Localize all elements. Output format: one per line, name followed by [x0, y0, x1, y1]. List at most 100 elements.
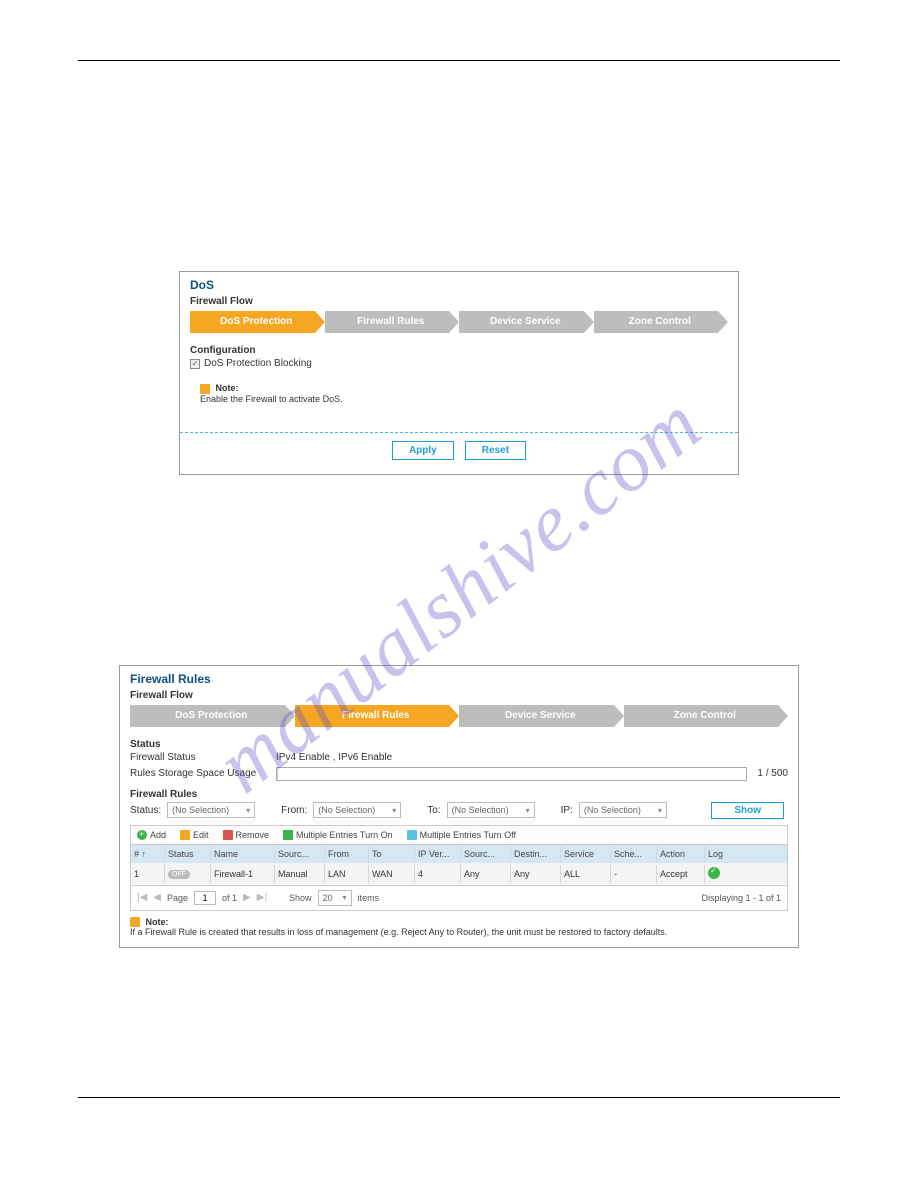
- usage-text: 1 / 500: [757, 768, 788, 779]
- filter-from-dropdown[interactable]: (No Selection)▾: [313, 802, 401, 818]
- col-ipver[interactable]: IP Ver...: [415, 845, 461, 863]
- filter-to-dropdown[interactable]: (No Selection)▾: [447, 802, 535, 818]
- chevron-down-icon: ▾: [246, 806, 250, 815]
- pager-last[interactable]: ▶|: [257, 892, 267, 903]
- dos-separator: [180, 432, 738, 433]
- firewall-rules-panel: Firewall Rules Firewall Flow DoS Protect…: [119, 665, 799, 949]
- note-icon: [200, 384, 210, 394]
- filter-ip-label: IP:: [561, 805, 573, 816]
- col-to[interactable]: To: [369, 845, 415, 863]
- dos-note: Note: Enable the Firewall to activate Do…: [200, 383, 728, 404]
- pencil-icon: [180, 830, 190, 840]
- tab-device-service[interactable]: Device Service: [459, 311, 584, 333]
- pager-show-dropdown[interactable]: 20▾: [318, 890, 352, 906]
- toggle-off-badge[interactable]: OFF: [168, 870, 190, 879]
- pager-next[interactable]: ▶: [243, 892, 251, 903]
- dos-panel: DoS Firewall Flow DoS Protection Firewal…: [179, 271, 739, 475]
- filter-status-label: Status:: [130, 805, 161, 816]
- pager: |◀ ◀ Page of 1 ▶ ▶| Show 20▾ items Displ…: [130, 886, 788, 911]
- col-action[interactable]: Action: [657, 845, 705, 863]
- add-button[interactable]: Add: [137, 830, 166, 840]
- rules-grid: # ↑ Status Name Sourc... From To IP Ver.…: [130, 845, 788, 886]
- toggle-on-icon: [283, 830, 293, 840]
- filter-from-label: From:: [281, 805, 307, 816]
- trash-icon: [223, 830, 233, 840]
- plus-icon: [137, 830, 147, 840]
- page-bottom-rule: [78, 1097, 840, 1098]
- dos-flow: DoS Protection Firewall Rules Device Ser…: [190, 311, 728, 333]
- remove-button[interactable]: Remove: [223, 830, 270, 840]
- cell-ipver: 4: [415, 865, 461, 883]
- col-source[interactable]: Sourc...: [275, 845, 325, 863]
- tab-dos-protection[interactable]: DoS Protection: [190, 311, 315, 333]
- dos-blocking-checkbox[interactable]: ✓: [190, 359, 200, 369]
- chevron-down-icon: ▾: [392, 806, 396, 815]
- usage-bar: [276, 767, 747, 781]
- cell-name: Firewall-1: [211, 865, 275, 883]
- pager-display: Displaying 1 - 1 of 1: [701, 893, 781, 903]
- pager-first[interactable]: |◀: [137, 892, 147, 903]
- cell-status[interactable]: OFF: [165, 864, 211, 883]
- edit-button[interactable]: Edit: [180, 830, 209, 840]
- dos-flow-label: Firewall Flow: [190, 296, 728, 307]
- table-row[interactable]: 1 OFF Firewall-1 Manual LAN WAN 4 Any An…: [131, 863, 787, 885]
- col-from[interactable]: From: [325, 845, 369, 863]
- col-status[interactable]: Status: [165, 845, 211, 863]
- cell-log: [705, 863, 739, 885]
- dos-config-title: Configuration: [190, 345, 728, 356]
- cell-dst: Any: [511, 865, 561, 883]
- fw-status-title: Status: [130, 739, 788, 750]
- col-service[interactable]: Service: [561, 845, 611, 863]
- tab-device-service[interactable]: Device Service: [459, 705, 614, 727]
- pager-items-label: items: [358, 893, 380, 903]
- tab-zone-control[interactable]: Zone Control: [594, 311, 719, 333]
- col-schedule[interactable]: Sche...: [611, 845, 657, 863]
- cell-from: LAN: [325, 865, 369, 883]
- toggle-off-icon: [407, 830, 417, 840]
- firewall-status-label: Firewall Status: [130, 752, 270, 763]
- grid-header: # ↑ Status Name Sourc... From To IP Ver.…: [131, 845, 787, 863]
- reset-button[interactable]: Reset: [465, 441, 526, 460]
- cell-to: WAN: [369, 865, 415, 883]
- dos-blocking-label: DoS Protection Blocking: [204, 358, 312, 369]
- note-icon: [130, 917, 140, 927]
- col-log[interactable]: Log: [705, 845, 739, 863]
- filter-to-label: To:: [427, 805, 440, 816]
- pager-prev[interactable]: ◀: [153, 892, 161, 903]
- col-name[interactable]: Name: [211, 845, 275, 863]
- filter-status-dropdown[interactable]: (No Selection)▾: [167, 802, 255, 818]
- apply-button[interactable]: Apply: [392, 441, 454, 460]
- col-num[interactable]: # ↑: [131, 845, 165, 863]
- cell-schedule: -: [611, 865, 657, 883]
- multi-off-button[interactable]: Multiple Entries Turn Off: [407, 830, 516, 840]
- fw-note: Note: If a Firewall Rule is created that…: [130, 917, 788, 938]
- cell-src: Any: [461, 865, 511, 883]
- cell-action: Accept: [657, 865, 705, 883]
- pager-page-label: Page: [167, 893, 188, 903]
- page-top-rule: [78, 60, 840, 61]
- tab-dos-protection[interactable]: DoS Protection: [130, 705, 285, 727]
- fw-flow: DoS Protection Firewall Rules Device Ser…: [130, 705, 788, 727]
- fw-note-label: Note:: [146, 917, 169, 927]
- filter-ip-dropdown[interactable]: (No Selection)▾: [579, 802, 667, 818]
- dos-note-label: Note:: [216, 383, 239, 393]
- col-src[interactable]: Sourc...: [461, 845, 511, 863]
- tab-firewall-rules[interactable]: Firewall Rules: [325, 311, 450, 333]
- fw-note-text: If a Firewall Rule is created that resul…: [130, 927, 667, 937]
- pager-of-label: of 1: [222, 893, 237, 903]
- chevron-down-icon: ▾: [343, 893, 347, 902]
- cell-num: 1: [131, 865, 165, 883]
- tab-firewall-rules[interactable]: Firewall Rules: [295, 705, 450, 727]
- dos-note-text: Enable the Firewall to activate DoS.: [200, 394, 343, 404]
- show-button[interactable]: Show: [711, 802, 784, 819]
- chevron-down-icon: ▾: [526, 806, 530, 815]
- col-dst[interactable]: Destin...: [511, 845, 561, 863]
- usage-label: Rules Storage Space Usage: [130, 768, 270, 779]
- pager-show-label: Show: [289, 893, 312, 903]
- pager-page-input[interactable]: [194, 891, 216, 905]
- multi-on-button[interactable]: Multiple Entries Turn On: [283, 830, 393, 840]
- fw-title: Firewall Rules: [130, 672, 788, 686]
- tab-zone-control[interactable]: Zone Control: [624, 705, 779, 727]
- cell-source: Manual: [275, 865, 325, 883]
- firewall-status-value: IPv4 Enable , IPv6 Enable: [276, 752, 392, 763]
